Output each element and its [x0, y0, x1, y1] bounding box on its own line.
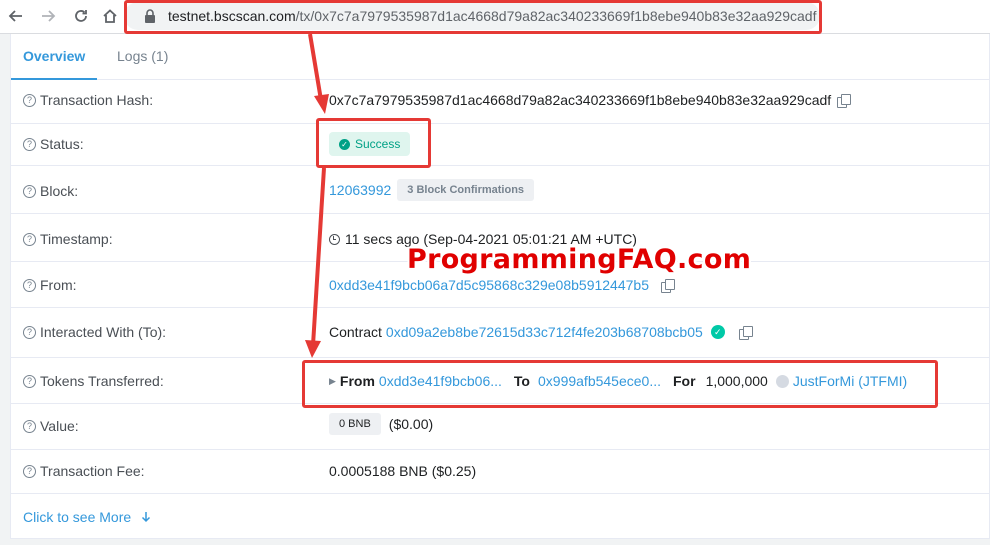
copy-icon[interactable]: [660, 278, 675, 293]
tokens-to-label: To: [513, 373, 530, 389]
url-host: testnet.bscscan.com: [168, 8, 296, 24]
row-tx-hash: ? Transaction Hash: 0x7c7a7979535987d1ac…: [11, 80, 990, 124]
address-bar[interactable]: testnet.bscscan.com/tx/0x7c7a7979535987d…: [124, 2, 820, 30]
tokens-for-label: For: [673, 373, 696, 389]
fee-label-group: ? Transaction Fee:: [23, 463, 145, 479]
from-label-group: ? From:: [23, 277, 77, 293]
tokens-value-group: ▶ From 0xdd3e41f9bcb06... To 0x999afb545…: [329, 373, 907, 389]
row-status: ? Status: ✓ Success: [11, 124, 990, 166]
url-path: /tx/0x7c7a7979535987d1ac4668d79a82ac3402…: [295, 8, 817, 24]
caret-right-icon: ▶: [329, 375, 336, 386]
interacted-value-group: Contract 0xd09a2eb8be72615d33c712f4fe203…: [329, 324, 753, 340]
block-confirmations-badge: 3 Block Confirmations: [397, 179, 535, 201]
from-value-group: 0xdd3e41f9bcb06a7d5c95868c329e08b5912447…: [329, 277, 675, 293]
value-usd: ($0.00): [388, 416, 434, 432]
tab-overview[interactable]: Overview: [11, 34, 97, 80]
question-icon: ?: [23, 419, 36, 433]
lock-icon: [145, 9, 155, 23]
tokens-label-group: ? Tokens Transferred:: [23, 373, 164, 389]
question-icon: ?: [23, 137, 36, 151]
interacted-label: Interacted With (To):: [40, 324, 167, 340]
fee-value-group: 0.0005188 BNB ($0.25): [329, 463, 476, 479]
question-icon: ?: [23, 325, 36, 339]
block-label: Block:: [40, 183, 79, 199]
reload-icon[interactable]: [70, 5, 92, 27]
contract-prefix: Contract: [329, 324, 382, 340]
row-interacted-with: ? Interacted With (To): Contract 0xd09a2…: [11, 308, 990, 358]
tx-hash-value: 0x7c7a7979535987d1ac4668d79a82ac34023366…: [329, 92, 832, 108]
home-icon[interactable]: [99, 5, 121, 27]
block-label-group: ? Block:: [23, 183, 78, 199]
copy-icon[interactable]: [837, 93, 852, 108]
tab-bar: Overview Logs (1): [11, 34, 990, 80]
token-name-link[interactable]: JustForMi (JTFMI): [793, 373, 907, 389]
value-value-group: 0 BNB ($0.00): [329, 413, 433, 435]
status-label: Status:: [40, 136, 84, 152]
tx-hash-value-group: 0x7c7a7979535987d1ac4668d79a82ac34023366…: [329, 92, 852, 108]
question-icon: ?: [23, 184, 36, 198]
status-badge: ✓ Success: [329, 132, 411, 156]
row-value: ? Value: 0 BNB ($0.00): [11, 404, 990, 450]
bnb-amount-badge: 0 BNB: [329, 413, 381, 435]
value-label-group: ? Value:: [23, 418, 79, 434]
status-value: Success: [355, 137, 401, 151]
question-icon: ?: [23, 464, 36, 478]
copy-icon[interactable]: [738, 325, 753, 340]
row-fee: ? Transaction Fee: 0.0005188 BNB ($0.25): [11, 450, 990, 494]
arrow-down-icon: [142, 512, 151, 523]
back-icon[interactable]: [5, 5, 27, 27]
value-label: Value:: [40, 418, 79, 434]
from-address-link[interactable]: 0xdd3e41f9bcb06a7d5c95868c329e08b5912447…: [329, 277, 649, 293]
from-label: From:: [40, 277, 77, 293]
check-circle-icon: ✓: [339, 138, 350, 150]
tokens-amount: 1,000,000: [705, 373, 768, 389]
tokens-to-link[interactable]: 0x999afb545ece0...: [538, 373, 661, 389]
timestamp-label: Timestamp:: [40, 231, 113, 247]
url-text: testnet.bscscan.com/tx/0x7c7a7979535987d…: [168, 8, 816, 24]
see-more-link[interactable]: Click to see More: [23, 509, 151, 525]
tokens-from-label: From: [339, 373, 375, 389]
status-label-group: ? Status:: [23, 136, 84, 152]
transaction-card: Overview Logs (1) ? Transaction Hash: 0x…: [10, 34, 990, 539]
block-number-link[interactable]: 12063992: [329, 182, 391, 198]
row-block: ? Block: 12063992 3 Block Confirmations: [11, 166, 990, 214]
question-icon: ?: [23, 278, 36, 292]
tokens-from-link[interactable]: 0xdd3e41f9bcb06...: [379, 373, 502, 389]
token-logo-icon: [775, 374, 789, 388]
contract-address-link[interactable]: 0xd09a2eb8be72615d33c712f4fe203b68708bcb…: [386, 324, 703, 340]
interacted-label-group: ? Interacted With (To):: [23, 324, 166, 340]
clock-icon: [329, 233, 340, 245]
question-icon: ?: [23, 374, 36, 388]
question-icon: ?: [23, 93, 36, 107]
tx-hash-label-group: ? Transaction Hash:: [23, 92, 153, 108]
fee-label: Transaction Fee:: [40, 463, 145, 479]
timestamp-label-group: ? Timestamp:: [23, 231, 113, 247]
browser-toolbar: testnet.bscscan.com/tx/0x7c7a7979535987d…: [0, 0, 990, 34]
see-more-label: Click to see More: [23, 509, 132, 525]
verified-check-icon: ✓: [710, 325, 725, 339]
block-value-group: 12063992 3 Block Confirmations: [329, 179, 535, 201]
tab-logs[interactable]: Logs (1): [105, 34, 180, 80]
status-value-group: ✓ Success: [329, 132, 411, 156]
tx-hash-label: Transaction Hash:: [40, 92, 154, 108]
row-tokens-transferred: ? Tokens Transferred: ▶ From 0xdd3e41f9b…: [11, 358, 990, 404]
tokens-label: Tokens Transferred:: [40, 373, 164, 389]
forward-icon[interactable]: [37, 5, 59, 27]
watermark-text: ProgrammingFAQ.com: [407, 244, 752, 275]
question-icon: ?: [23, 232, 36, 246]
fee-value: 0.0005188 BNB ($0.25): [329, 463, 477, 479]
